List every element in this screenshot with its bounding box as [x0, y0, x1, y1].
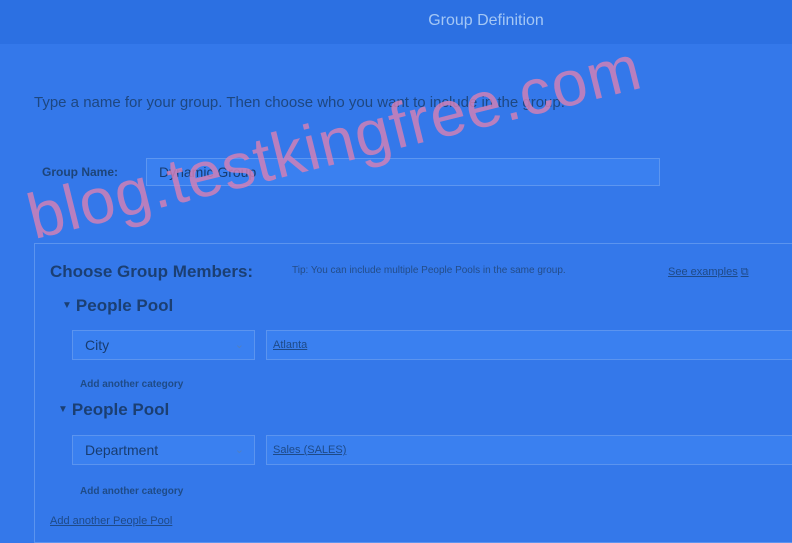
pool-1-add-category-link[interactable]: Add another category	[80, 379, 183, 390]
triangle-down-icon: ▼	[58, 404, 68, 415]
pool-2-value-link[interactable]: Sales (SALES)	[273, 444, 346, 456]
triangle-down-icon: ▼	[62, 300, 72, 311]
pool-1-category-value: City	[85, 337, 110, 353]
see-examples-link[interactable]: See examples ⧉	[668, 266, 749, 279]
add-people-pool-link[interactable]: Add another People Pool	[50, 515, 172, 527]
people-pool-2-label: People Pool	[71, 400, 170, 419]
people-pool-1-title[interactable]: ▼ People Pool	[62, 296, 173, 316]
pool-1-category-select[interactable]: City ⌄	[72, 330, 255, 360]
pool-2-category-select[interactable]: Department ⌄	[72, 435, 255, 465]
pool-1-value-link[interactable]: Atlanta	[273, 339, 307, 351]
header-bar: Group Definition	[0, 0, 792, 44]
tip-text: Tip: You can include multiple People Poo…	[292, 265, 566, 276]
external-link-icon: ⧉	[740, 266, 749, 278]
pool-2-value-field[interactable]: Sales (SALES)	[266, 435, 792, 465]
page-title: Group Definition	[428, 12, 544, 29]
pool-1-value-field[interactable]: Atlanta	[266, 330, 792, 360]
chevron-down-icon: ⌄	[234, 339, 244, 351]
choose-members-heading: Choose Group Members:	[50, 262, 254, 281]
people-pool-1-label: People Pool	[75, 296, 174, 315]
pool-2-category-value: Department	[85, 442, 159, 458]
people-pool-2-title[interactable]: ▼ People Pool	[58, 400, 169, 420]
see-examples-label: See examples	[668, 266, 738, 278]
chevron-down-icon: ⌄	[234, 444, 244, 456]
watermark: blog.testkingfree.com	[20, 30, 649, 253]
pool-2-add-category-link[interactable]: Add another category	[80, 486, 183, 497]
group-members-panel	[34, 243, 792, 543]
